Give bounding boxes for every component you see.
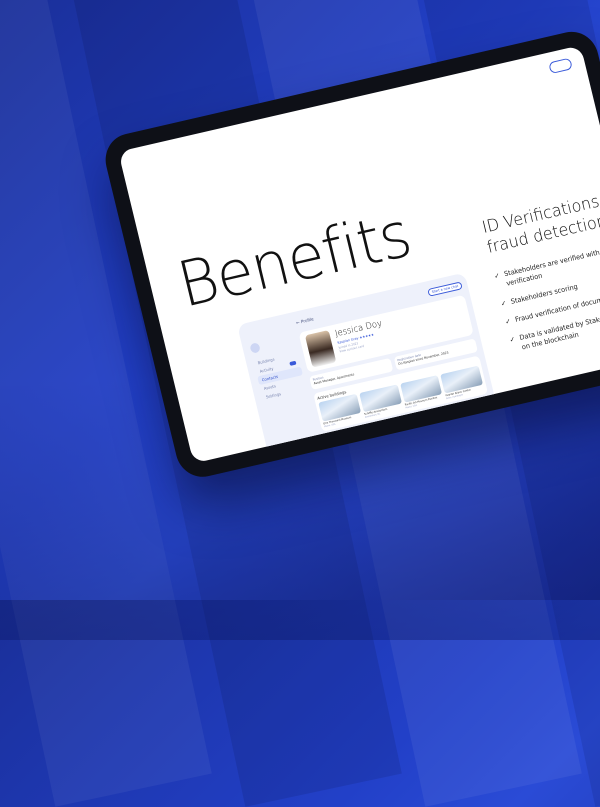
menu-toggle-button[interactable] xyxy=(548,57,573,75)
check-icon: ✓ xyxy=(500,299,508,309)
benefit-section: ID Verifications and fraud detection ✓St… xyxy=(480,177,600,363)
section-title: ID Verifications and fraud detection xyxy=(480,184,600,258)
user-avatar[interactable] xyxy=(249,342,261,354)
check-icon: ✓ xyxy=(504,317,512,327)
check-icon: ✓ xyxy=(493,271,501,281)
check-icon: ✓ xyxy=(508,335,517,345)
new-chat-button[interactable]: Start a new chat xyxy=(427,281,463,297)
notification-badge xyxy=(289,360,297,366)
back-link[interactable]: ← Profile xyxy=(296,317,315,326)
profile-photo xyxy=(304,330,337,368)
app-sidebar: Buildings Activity Contacts Assets Setti… xyxy=(249,334,307,402)
